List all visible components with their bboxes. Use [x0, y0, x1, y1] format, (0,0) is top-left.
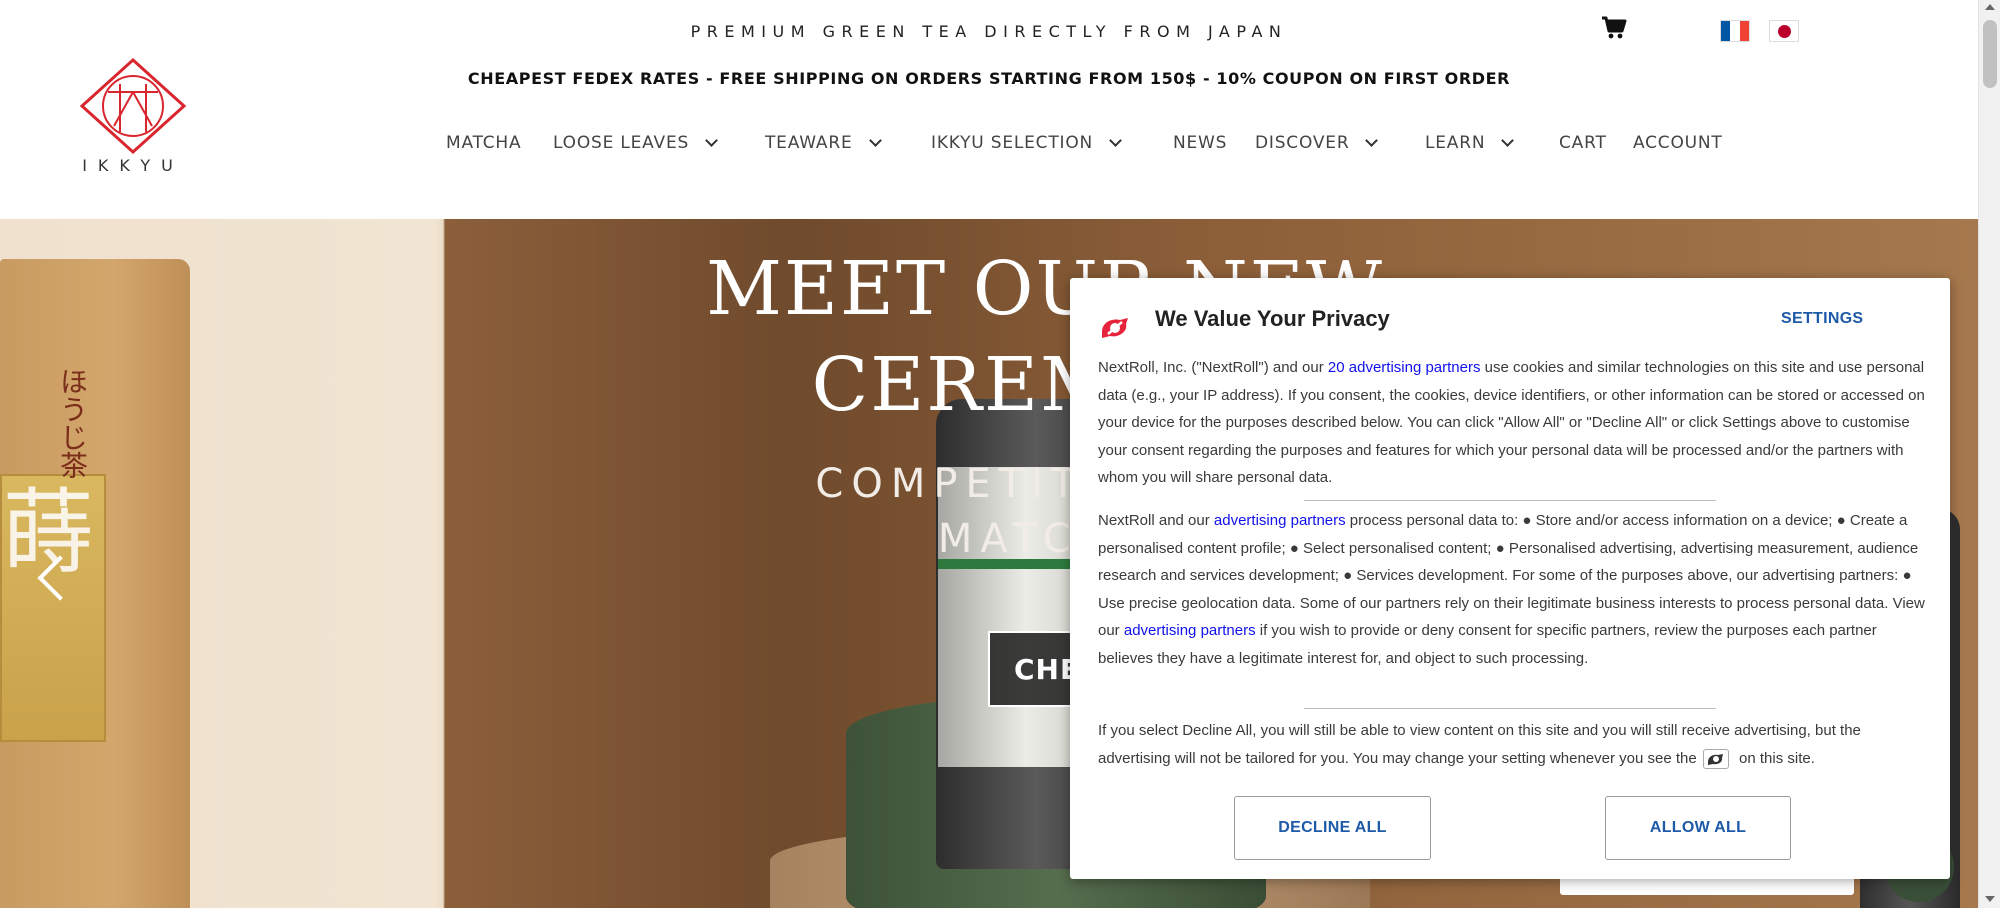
consent-purposes-text: NextRoll and our advertising partners pr… [1098, 512, 1925, 667]
decline-all-button[interactable]: DECLINE ALL [1234, 796, 1431, 860]
consent-divider [1304, 500, 1716, 501]
nav-item-discover[interactable]: DISCOVER [1255, 133, 1379, 153]
chevron-down-icon [1109, 133, 1122, 147]
scroll-thumb[interactable] [1983, 20, 1997, 88]
flag-jp-icon[interactable] [1769, 20, 1799, 42]
advertising-partners-link[interactable]: 20 advertising partners [1328, 359, 1481, 376]
shipping-promo-banner[interactable]: CHEAPEST FEDEX RATES - FREE SHIPPING ON … [0, 69, 1978, 88]
package-kanji: 蒔 [2, 479, 95, 586]
nav-item-teaware[interactable]: TEAWARE [765, 133, 882, 153]
advertising-partners-link[interactable]: advertising partners [1124, 622, 1256, 639]
nav-item-ikkyu-selection[interactable]: IKKYU SELECTION [931, 133, 1122, 153]
nav-item-matcha[interactable]: MATCHA [446, 133, 521, 153]
scroll-down-icon[interactable] [1985, 896, 1995, 902]
consent-divider [1304, 708, 1716, 709]
logo-wordmark: IKKYU [82, 156, 184, 175]
flag-fr-icon[interactable] [1720, 20, 1750, 42]
chevron-down-icon [1501, 133, 1515, 147]
consent-settings-button[interactable]: SETTINGS [1781, 310, 1863, 328]
tagline: PREMIUM GREEN TEA DIRECTLY FROM JAPAN [690, 22, 1288, 41]
package-text: ほうじ茶 [56, 367, 89, 479]
nav-item-learn[interactable]: LEARN [1425, 133, 1515, 153]
chevron-down-icon [868, 133, 882, 147]
nav-item-cart[interactable]: CART [1559, 133, 1607, 153]
page-scrollbar[interactable] [1978, 0, 2000, 908]
site-header: PREMIUM GREEN TEA DIRECTLY FROM JAPAN CH… [0, 0, 1978, 219]
nav-item-account[interactable]: ACCOUNT [1633, 133, 1723, 153]
nav-item-loose-leaves[interactable]: LOOSE LEAVES [553, 133, 718, 153]
nextroll-logo-icon [1098, 314, 1132, 340]
allow-all-button[interactable]: ALLOW ALL [1605, 796, 1791, 860]
consent-title: We Value Your Privacy [1155, 306, 1390, 331]
advertising-partners-link[interactable]: advertising partners [1214, 512, 1346, 529]
consent-decline-info-text: If you select Decline All, you will stil… [1098, 717, 1926, 772]
chevron-down-icon [705, 133, 718, 147]
chevron-down-icon [1365, 133, 1379, 147]
nextroll-badge-icon[interactable] [1702, 748, 1729, 769]
nav-item-news[interactable]: NEWS [1173, 133, 1227, 153]
consent-intro-text: NextRoll, Inc. ("NextRoll") and our 20 a… [1098, 359, 1925, 486]
cart-icon[interactable] [1601, 16, 1627, 40]
scroll-up-icon[interactable] [1985, 4, 1995, 10]
privacy-consent-dialog: We Value Your Privacy SETTINGS NextRoll,… [1070, 278, 1950, 879]
